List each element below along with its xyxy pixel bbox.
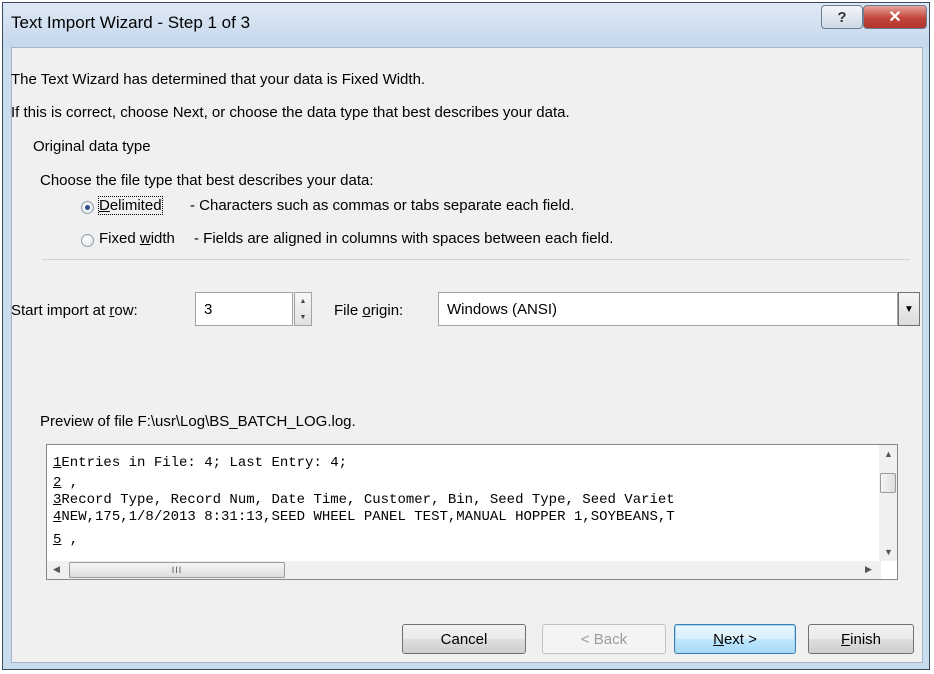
fixed-width-label[interactable]: Fixed width	[99, 230, 175, 247]
delimited-radio[interactable]	[81, 201, 94, 214]
spin-up-icon[interactable]: ▲	[295, 293, 311, 309]
original-data-type-label: Original data type	[33, 138, 151, 155]
start-row-label-pre: Start import at	[11, 302, 110, 319]
horizontal-scroll-thumb[interactable]: III	[69, 562, 285, 578]
question-icon: ?	[837, 8, 847, 26]
file-origin-accesskey: o	[362, 302, 371, 319]
window-title: Text Import Wizard - Step 1 of 3	[11, 13, 251, 32]
line-text: Entries in File: 4; Last Entry: 4;	[61, 455, 348, 471]
intro-line-2: If this is correct, choose Next, or choo…	[11, 104, 570, 121]
cancel-label: Cancel	[440, 630, 488, 648]
delimited-label-post: elimited	[109, 197, 162, 214]
preview-line: 4NEW,175,1/8/2013 8:31:13,SEED WHEEL PAN…	[53, 509, 675, 526]
title-bar[interactable]: Text Import Wizard - Step 1 of 3 ? ✕	[3, 3, 929, 47]
delimited-label[interactable]: Delimited	[98, 196, 163, 215]
group-separator	[42, 259, 910, 260]
grip-icon: III	[171, 565, 183, 575]
vertical-scroll-thumb[interactable]	[880, 473, 896, 493]
preview-pane[interactable]: 1Entries in File: 4; Last Entry: 4; 2 , …	[46, 444, 898, 580]
start-row-input[interactable]: 3	[195, 292, 293, 326]
preview-label: Preview of file F:\usr\Log\BS_BATCH_LOG.…	[40, 413, 356, 430]
dialog-window: Text Import Wizard - Step 1 of 3 ? ✕ The…	[2, 2, 930, 670]
start-row-spinner[interactable]: ▲ ▼	[294, 292, 312, 326]
back-button[interactable]: < Back	[542, 624, 666, 654]
close-button[interactable]: ✕	[863, 5, 927, 29]
finish-accesskey: F	[840, 630, 851, 648]
fixed-width-description: - Fields are aligned in columns with spa…	[194, 230, 614, 247]
line-text: NEW,175,1/8/2013 8:31:13,SEED WHEEL PANE…	[61, 509, 675, 525]
delimited-accesskey: D	[99, 197, 110, 214]
preview-text-area: 1Entries in File: 4; Last Entry: 4; 2 , …	[47, 445, 891, 561]
close-icon: ✕	[888, 9, 902, 26]
file-origin-select[interactable]: Windows (ANSI)	[438, 292, 898, 326]
file-origin-label-post: rigin:	[370, 302, 404, 319]
file-origin-value: Windows (ANSI)	[447, 301, 558, 318]
start-row-label: Start import at row:	[11, 302, 138, 319]
next-label-rest: ext >	[723, 630, 757, 648]
finish-label-rest: inish	[850, 630, 882, 648]
next-button[interactable]: Next >	[674, 624, 796, 654]
delimited-description: - Characters such as commas or tabs sepa…	[190, 197, 575, 214]
horizontal-scrollbar[interactable]: ◀ III ▶	[47, 561, 881, 579]
dialog-body: The Text Wizard has determined that your…	[11, 47, 923, 663]
finish-label: Finish	[841, 631, 881, 648]
finish-button[interactable]: Finish	[808, 624, 914, 654]
fixed-width-accesskey: w	[139, 230, 151, 247]
help-button[interactable]: ?	[821, 5, 863, 29]
next-label: Next >	[713, 631, 757, 648]
cancel-button[interactable]: Cancel	[402, 624, 526, 654]
line-text: Record Type, Record Num, Date Time, Cust…	[61, 492, 675, 508]
preview-line: 5 ,	[53, 532, 78, 549]
file-origin-label: File origin:	[334, 302, 403, 319]
next-accesskey: N	[713, 630, 724, 648]
back-label: < Back	[580, 630, 628, 648]
start-row-label-post: ow:	[114, 302, 138, 319]
line-text: ,	[61, 532, 79, 548]
file-type-prompt: Choose the file type that best describes…	[40, 172, 374, 189]
file-origin-label-pre: File	[334, 302, 363, 319]
start-row-value: 3	[204, 301, 213, 318]
preview-line: 2 ,	[53, 475, 78, 492]
spin-down-icon[interactable]: ▼	[295, 309, 311, 325]
scroll-down-icon[interactable]: ▼	[884, 547, 893, 557]
fixed-width-label-pre: Fixed	[99, 230, 140, 247]
line-text: ,	[61, 475, 79, 491]
intro-line-1: The Text Wizard has determined that your…	[11, 71, 426, 88]
preview-line: 3Record Type, Record Num, Date Time, Cus…	[53, 492, 675, 509]
scroll-left-icon[interactable]: ◀	[53, 564, 60, 575]
preview-line: 1Entries in File: 4; Last Entry: 4;	[53, 455, 347, 472]
fixed-width-label-post: idth	[150, 230, 175, 247]
scroll-up-icon[interactable]: ▲	[884, 449, 893, 459]
scroll-right-icon[interactable]: ▶	[865, 564, 872, 575]
vertical-scrollbar[interactable]: ▲ ▼	[879, 445, 897, 561]
fixed-width-radio[interactable]	[81, 234, 94, 247]
chevron-down-icon[interactable]: ▼	[898, 292, 920, 326]
